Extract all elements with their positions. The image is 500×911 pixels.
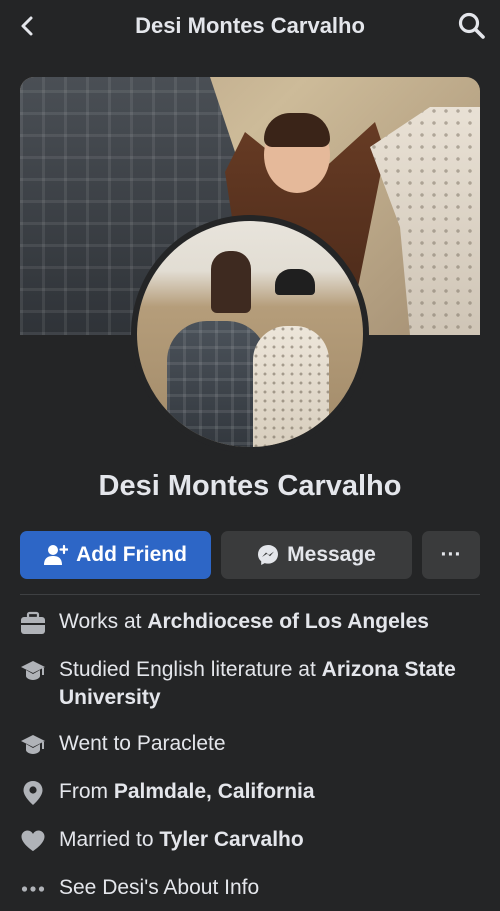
messenger-icon bbox=[257, 544, 279, 566]
study-prefix: Studied English literature at bbox=[59, 658, 316, 681]
from-place[interactable]: Palmdale, California bbox=[114, 780, 315, 803]
chevron-left-icon bbox=[21, 16, 33, 36]
married-to-name[interactable]: Tyler Carvalho bbox=[159, 828, 303, 851]
page-title: Desi Montes Carvalho bbox=[135, 13, 365, 38]
back-button[interactable] bbox=[14, 12, 42, 40]
went-place[interactable]: Paraclete bbox=[137, 732, 226, 755]
heart-icon bbox=[20, 828, 46, 854]
briefcase-icon bbox=[20, 610, 46, 636]
message-label: Message bbox=[287, 543, 376, 566]
work-place[interactable]: Archdiocese of Los Angeles bbox=[147, 610, 429, 633]
from-prefix: From bbox=[59, 780, 108, 803]
top-bar: Desi Montes Carvalho bbox=[0, 0, 500, 52]
profile-name: Desi Montes Carvalho bbox=[98, 470, 402, 502]
went-prefix: Went to bbox=[59, 732, 131, 755]
message-button[interactable]: Message bbox=[221, 531, 412, 579]
search-button[interactable] bbox=[456, 10, 488, 42]
search-icon bbox=[458, 12, 485, 39]
profile-picture[interactable] bbox=[131, 215, 369, 453]
location-pin-icon bbox=[20, 780, 46, 806]
add-friend-button[interactable]: Add Friend bbox=[20, 531, 211, 579]
more-horizontal-icon bbox=[20, 876, 46, 902]
add-friend-label: Add Friend bbox=[76, 543, 187, 566]
graduation-cap-icon bbox=[20, 732, 46, 758]
married-prefix: Married to bbox=[59, 828, 154, 851]
work-prefix: Works at bbox=[59, 610, 142, 633]
add-friend-icon bbox=[44, 544, 69, 566]
more-options-button[interactable]: ··· bbox=[422, 531, 480, 579]
more-dots-icon: ··· bbox=[440, 543, 462, 566]
see-about-label[interactable]: See Desi's About Info bbox=[59, 874, 479, 902]
divider bbox=[20, 594, 480, 595]
graduation-cap-icon bbox=[20, 658, 46, 684]
